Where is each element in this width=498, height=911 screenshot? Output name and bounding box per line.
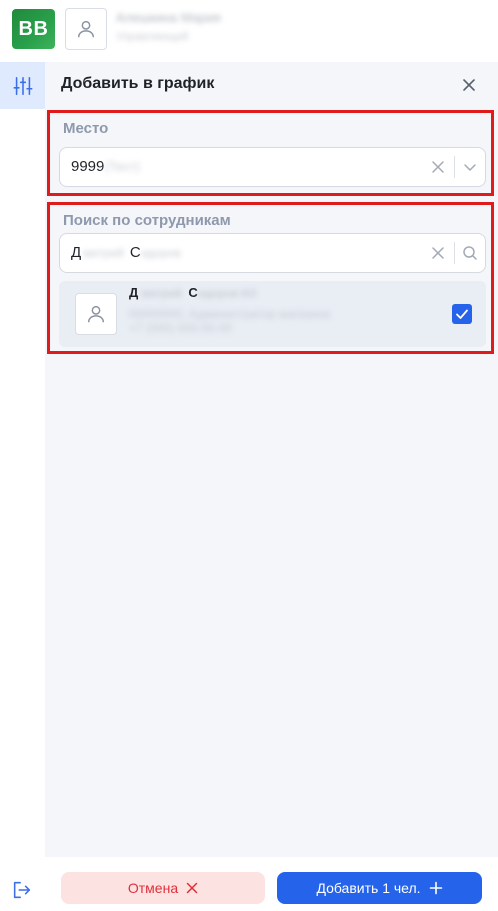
place-label: Место: [63, 120, 109, 137]
employee-name-second-hidden: идоров КО: [197, 288, 257, 300]
close-icon: [186, 882, 198, 894]
employee-result-item[interactable]: Дмитрий Сидоров КО 00000000, Администрат…: [59, 281, 486, 347]
add-to-schedule-panel: Добавить в график Место 9999 (Тест) Поис…: [45, 62, 498, 857]
add-button-label: Добавить 1 чел.: [316, 880, 421, 896]
search-icon[interactable]: [461, 244, 479, 262]
employee-name: Дмитрий Сидоров КО: [129, 285, 257, 300]
left-rail: [0, 62, 45, 911]
search-query-first-hidden: митрий: [83, 246, 124, 260]
user-icon: [77, 20, 95, 38]
employee-search-section: Поиск по сотрудникам Дмитрий Сидоров Д м…: [47, 202, 494, 354]
employee-select-checkbox[interactable]: [452, 304, 472, 324]
plus-icon: [429, 881, 442, 895]
filter-settings-button[interactable]: [0, 62, 45, 109]
employee-search-label: Поиск по сотрудникам: [63, 212, 231, 229]
employee-search-query: Дмитрий Сидоров: [71, 244, 181, 261]
logout-button[interactable]: [10, 878, 34, 902]
close-icon: [463, 79, 475, 91]
logout-icon: [13, 881, 31, 899]
panel-footer: Отмена Добавить 1 чел.: [45, 857, 498, 911]
checkmark-icon: [456, 309, 468, 319]
app-root: BB Алешкина Мария Управляющий Добавить в…: [0, 0, 498, 911]
header-user-role: Управляющий: [116, 31, 189, 43]
employee-details: 00000000, Администратор магазина: [129, 307, 330, 321]
place-value-hidden: (Тест): [104, 159, 140, 174]
logo-text: BB: [18, 17, 49, 40]
app-logo[interactable]: BB: [12, 9, 55, 49]
search-divider: [454, 242, 455, 264]
employee-position: 00000000, Администратор магазина: [129, 307, 331, 321]
employee-avatar: [75, 293, 117, 335]
place-divider: [454, 156, 455, 178]
employee-search-input[interactable]: Дмитрий Сидоров: [59, 233, 486, 273]
header-user-name: Алешкина Мария: [116, 10, 221, 25]
search-query-second-hidden: идоров: [140, 246, 181, 260]
search-query-second: С: [129, 244, 141, 261]
cancel-button[interactable]: Отмена: [61, 872, 265, 904]
top-header: BB Алешкина Мария Управляющий: [0, 0, 498, 62]
place-value: 9999 (Тест): [71, 158, 140, 175]
place-value-visible: 9999: [71, 158, 105, 175]
user-icon: [87, 305, 105, 323]
panel-close-button[interactable]: [459, 75, 479, 95]
search-query-first: Д: [71, 244, 82, 261]
cancel-button-label: Отмена: [127, 880, 179, 896]
employee-contact: +7 (000) 000-00-00: [129, 321, 232, 335]
place-clear-icon[interactable]: [431, 160, 445, 174]
user-avatar[interactable]: [65, 8, 107, 50]
employee-name-first-hidden: митрий: [141, 288, 182, 300]
employee-name-first: Д: [129, 285, 139, 300]
add-employees-button[interactable]: Добавить 1 чел.: [277, 872, 482, 904]
place-select[interactable]: 9999 (Тест): [59, 147, 486, 187]
header-user-info[interactable]: Алешкина Мария Управляющий: [116, 10, 221, 43]
employee-phone: +7 (000) 000-00-00: [129, 321, 233, 335]
place-section: Место 9999 (Тест): [47, 110, 494, 196]
chevron-down-icon[interactable]: [461, 158, 479, 176]
panel-title: Добавить в график: [61, 75, 215, 92]
search-clear-icon[interactable]: [431, 246, 445, 260]
employee-name-second: С: [188, 285, 198, 300]
sliders-icon: [13, 76, 32, 95]
